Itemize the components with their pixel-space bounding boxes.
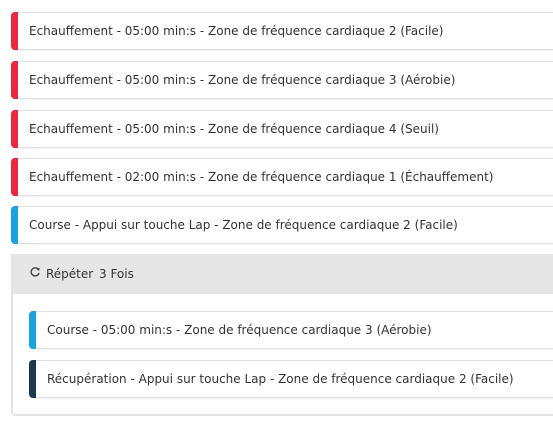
- step-description: Récupération - Appui sur touche Lap - Zo…: [47, 372, 514, 386]
- step-description: Course - 05:00 min:s - Zone de fréquence…: [47, 323, 432, 337]
- repeat-label: Répéter: [46, 267, 94, 281]
- workout-step[interactable]: Echauffement - 05:00 min:s - Zone de fré…: [11, 61, 553, 99]
- workout-steps-list: Echauffement - 05:00 min:s - Zone de fré…: [0, 0, 553, 432]
- step-type-color-bar: [29, 360, 36, 398]
- step-type-color-bar: [11, 61, 18, 99]
- step-description: Echauffement - 02:00 min:s - Zone de fré…: [29, 170, 494, 184]
- workout-step[interactable]: Course - Appui sur touche Lap - Zone de …: [11, 206, 553, 244]
- step-description: Echauffement - 05:00 min:s - Zone de fré…: [29, 24, 444, 38]
- step-type-color-bar: [11, 206, 18, 244]
- repeat-icon: [29, 266, 41, 280]
- workout-step[interactable]: Récupération - Appui sur touche Lap - Zo…: [29, 360, 553, 398]
- step-type-color-bar: [11, 158, 18, 196]
- workout-step[interactable]: Echauffement - 05:00 min:s - Zone de fré…: [11, 12, 553, 50]
- step-description: Course - Appui sur touche Lap - Zone de …: [29, 218, 458, 232]
- step-type-color-bar: [11, 110, 18, 148]
- step-description: Echauffement - 05:00 min:s - Zone de fré…: [29, 73, 456, 87]
- step-type-color-bar: [11, 12, 18, 50]
- step-description: Echauffement - 05:00 min:s - Zone de fré…: [29, 122, 439, 136]
- step-type-color-bar: [29, 311, 36, 349]
- repeat-header[interactable]: Répéter 3 Fois: [13, 254, 553, 294]
- workout-step[interactable]: Course - 05:00 min:s - Zone de fréquence…: [29, 311, 553, 349]
- repeat-count: 3 Fois: [99, 267, 134, 281]
- workout-step[interactable]: Echauffement - 02:00 min:s - Zone de fré…: [11, 158, 553, 196]
- repeat-block: Répéter 3 Fois Course - 05:00 min:s - Zo…: [11, 254, 553, 416]
- workout-step[interactable]: Echauffement - 05:00 min:s - Zone de fré…: [11, 110, 553, 148]
